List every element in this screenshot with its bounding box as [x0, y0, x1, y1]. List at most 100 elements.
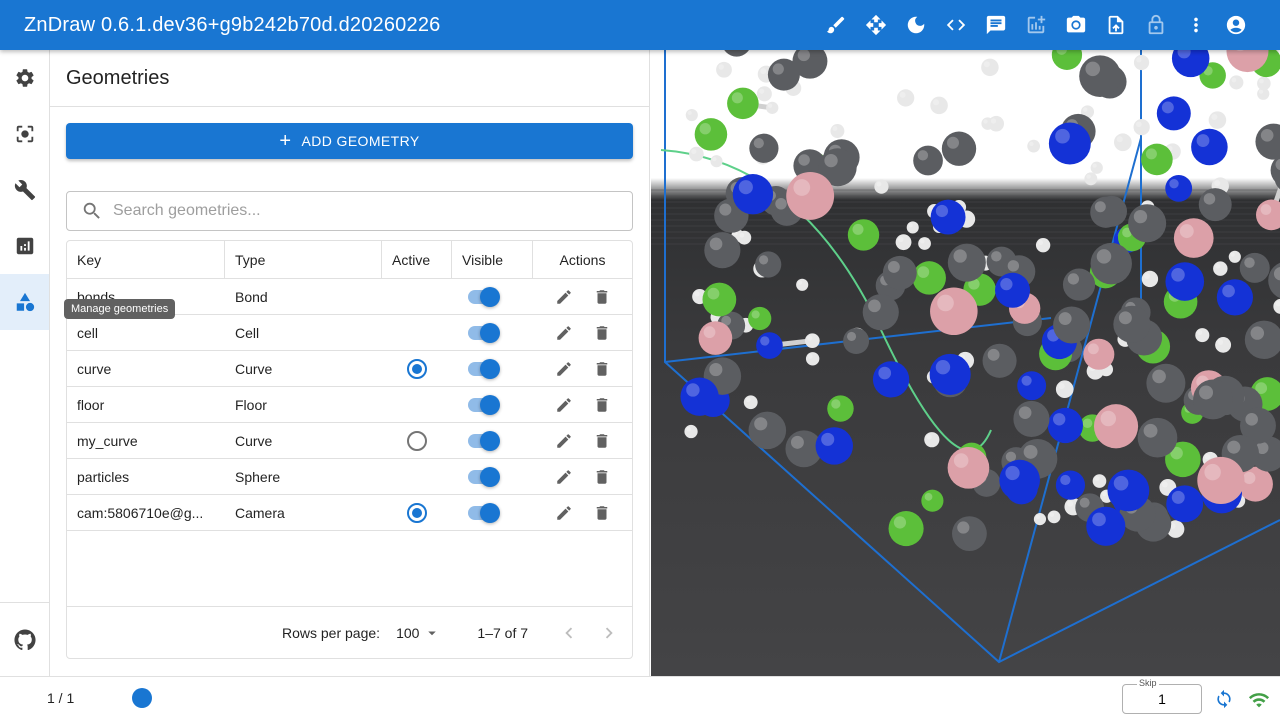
- toggle-knob: [480, 502, 500, 523]
- geometry-icon[interactable]: [0, 274, 49, 330]
- skip-input[interactable]: [1123, 685, 1201, 713]
- visible-toggle[interactable]: [468, 466, 500, 487]
- chat-icon[interactable]: [976, 5, 1016, 45]
- edit-icon[interactable]: [555, 324, 573, 342]
- table-row[interactable]: cell Cell: [67, 315, 632, 351]
- move-icon[interactable]: [856, 5, 896, 45]
- atom-highlight: [1118, 311, 1132, 325]
- table-row[interactable]: cam:5806710e@g... Camera: [67, 495, 632, 531]
- atom: [1093, 404, 1139, 449]
- atom-highlight: [1203, 193, 1216, 205]
- previous-page-icon[interactable]: [558, 622, 580, 644]
- delete-icon[interactable]: [593, 504, 611, 522]
- add-chart-icon[interactable]: [1016, 5, 1056, 45]
- active-radio[interactable]: [407, 358, 427, 379]
- column-header-active[interactable]: Active: [382, 241, 452, 278]
- brush-icon[interactable]: [816, 5, 856, 45]
- atom: [724, 50, 749, 57]
- atom: [862, 294, 899, 331]
- atom: [710, 155, 723, 168]
- rows-per-page-select[interactable]: 100: [396, 624, 441, 642]
- 3d-viewer-canvas[interactable]: [651, 50, 1280, 676]
- atom: [689, 146, 704, 162]
- search-input[interactable]: [113, 202, 593, 220]
- atom-highlight: [824, 153, 838, 168]
- frame-slider-thumb[interactable]: [132, 688, 152, 708]
- atom: [1141, 270, 1159, 288]
- atom-highlight: [852, 223, 864, 235]
- cell-key: my_curve: [77, 432, 138, 449]
- atom: [918, 237, 931, 250]
- atom-highlight: [797, 280, 803, 285]
- column-header-visible[interactable]: Visible: [452, 241, 533, 278]
- table-row[interactable]: particles Sphere: [67, 459, 632, 495]
- frame-counter: 1 / 1: [47, 690, 75, 706]
- sync-icon[interactable]: [1214, 689, 1234, 714]
- atom: [766, 101, 779, 114]
- visible-toggle[interactable]: [468, 430, 500, 451]
- atom: [912, 261, 946, 295]
- lock-icon[interactable]: [1136, 5, 1176, 45]
- edit-icon[interactable]: [555, 468, 573, 486]
- next-page-icon[interactable]: [598, 622, 620, 644]
- molecule-scene[interactable]: [651, 50, 1280, 676]
- column-header-key[interactable]: Key: [67, 241, 225, 278]
- code-icon[interactable]: [936, 5, 976, 45]
- delete-icon[interactable]: [593, 288, 611, 306]
- delete-icon[interactable]: [593, 396, 611, 414]
- atom: [847, 219, 880, 251]
- analytics-icon[interactable]: [0, 218, 49, 274]
- atom: [1141, 143, 1173, 176]
- visible-toggle[interactable]: [468, 358, 500, 379]
- atom-highlight: [937, 294, 954, 312]
- delete-icon[interactable]: [593, 360, 611, 378]
- table-row[interactable]: my_curve Curve: [67, 423, 632, 459]
- camera-icon[interactable]: [1056, 5, 1096, 45]
- atom: [1084, 172, 1098, 186]
- atom: [748, 411, 787, 450]
- active-radio[interactable]: [407, 502, 427, 523]
- search-field[interactable]: [66, 191, 633, 231]
- visible-toggle[interactable]: [468, 286, 500, 307]
- table-header: Key Type Active Visible Actions: [67, 241, 632, 279]
- atom-highlight: [1007, 260, 1020, 272]
- visible-toggle[interactable]: [468, 322, 500, 343]
- table-row[interactable]: curve Curve: [67, 351, 632, 387]
- atom-highlight: [1005, 465, 1020, 481]
- edit-icon[interactable]: [555, 396, 573, 414]
- more-vert-icon[interactable]: [1176, 5, 1216, 45]
- edit-icon[interactable]: [555, 288, 573, 306]
- delete-icon[interactable]: [593, 324, 611, 342]
- add-geometry-button[interactable]: + ADD GEOMETRY: [66, 123, 633, 159]
- table-row[interactable]: floor Floor: [67, 387, 632, 423]
- cell-active: [382, 387, 452, 422]
- visible-toggle[interactable]: [468, 502, 500, 523]
- selection-icon[interactable]: [0, 106, 49, 162]
- dark-mode-icon[interactable]: [896, 5, 936, 45]
- delete-icon[interactable]: [593, 468, 611, 486]
- add-geometry-label: ADD GEOMETRY: [301, 133, 420, 149]
- edit-icon[interactable]: [555, 360, 573, 378]
- upload-icon[interactable]: [1096, 5, 1136, 45]
- atom: [727, 87, 759, 120]
- atom-highlight: [946, 136, 960, 149]
- atom: [895, 234, 912, 251]
- edit-icon[interactable]: [555, 432, 573, 450]
- atom-highlight: [1211, 113, 1218, 121]
- visible-toggle[interactable]: [468, 394, 500, 415]
- delete-icon[interactable]: [593, 432, 611, 450]
- edit-icon[interactable]: [555, 504, 573, 522]
- atom: [1165, 262, 1205, 301]
- atom: [1215, 337, 1232, 353]
- github-icon[interactable]: [0, 602, 49, 676]
- settings-icon[interactable]: [0, 50, 49, 106]
- cell-actions: [533, 351, 632, 386]
- account-icon[interactable]: [1216, 5, 1256, 45]
- column-header-type[interactable]: Type: [225, 241, 382, 278]
- active-radio[interactable]: [407, 430, 427, 451]
- atom: [843, 327, 870, 355]
- atom-highlight: [1260, 128, 1274, 142]
- wrench-icon[interactable]: [0, 162, 49, 218]
- atom: [1137, 417, 1178, 458]
- skip-field[interactable]: Skip: [1122, 678, 1202, 714]
